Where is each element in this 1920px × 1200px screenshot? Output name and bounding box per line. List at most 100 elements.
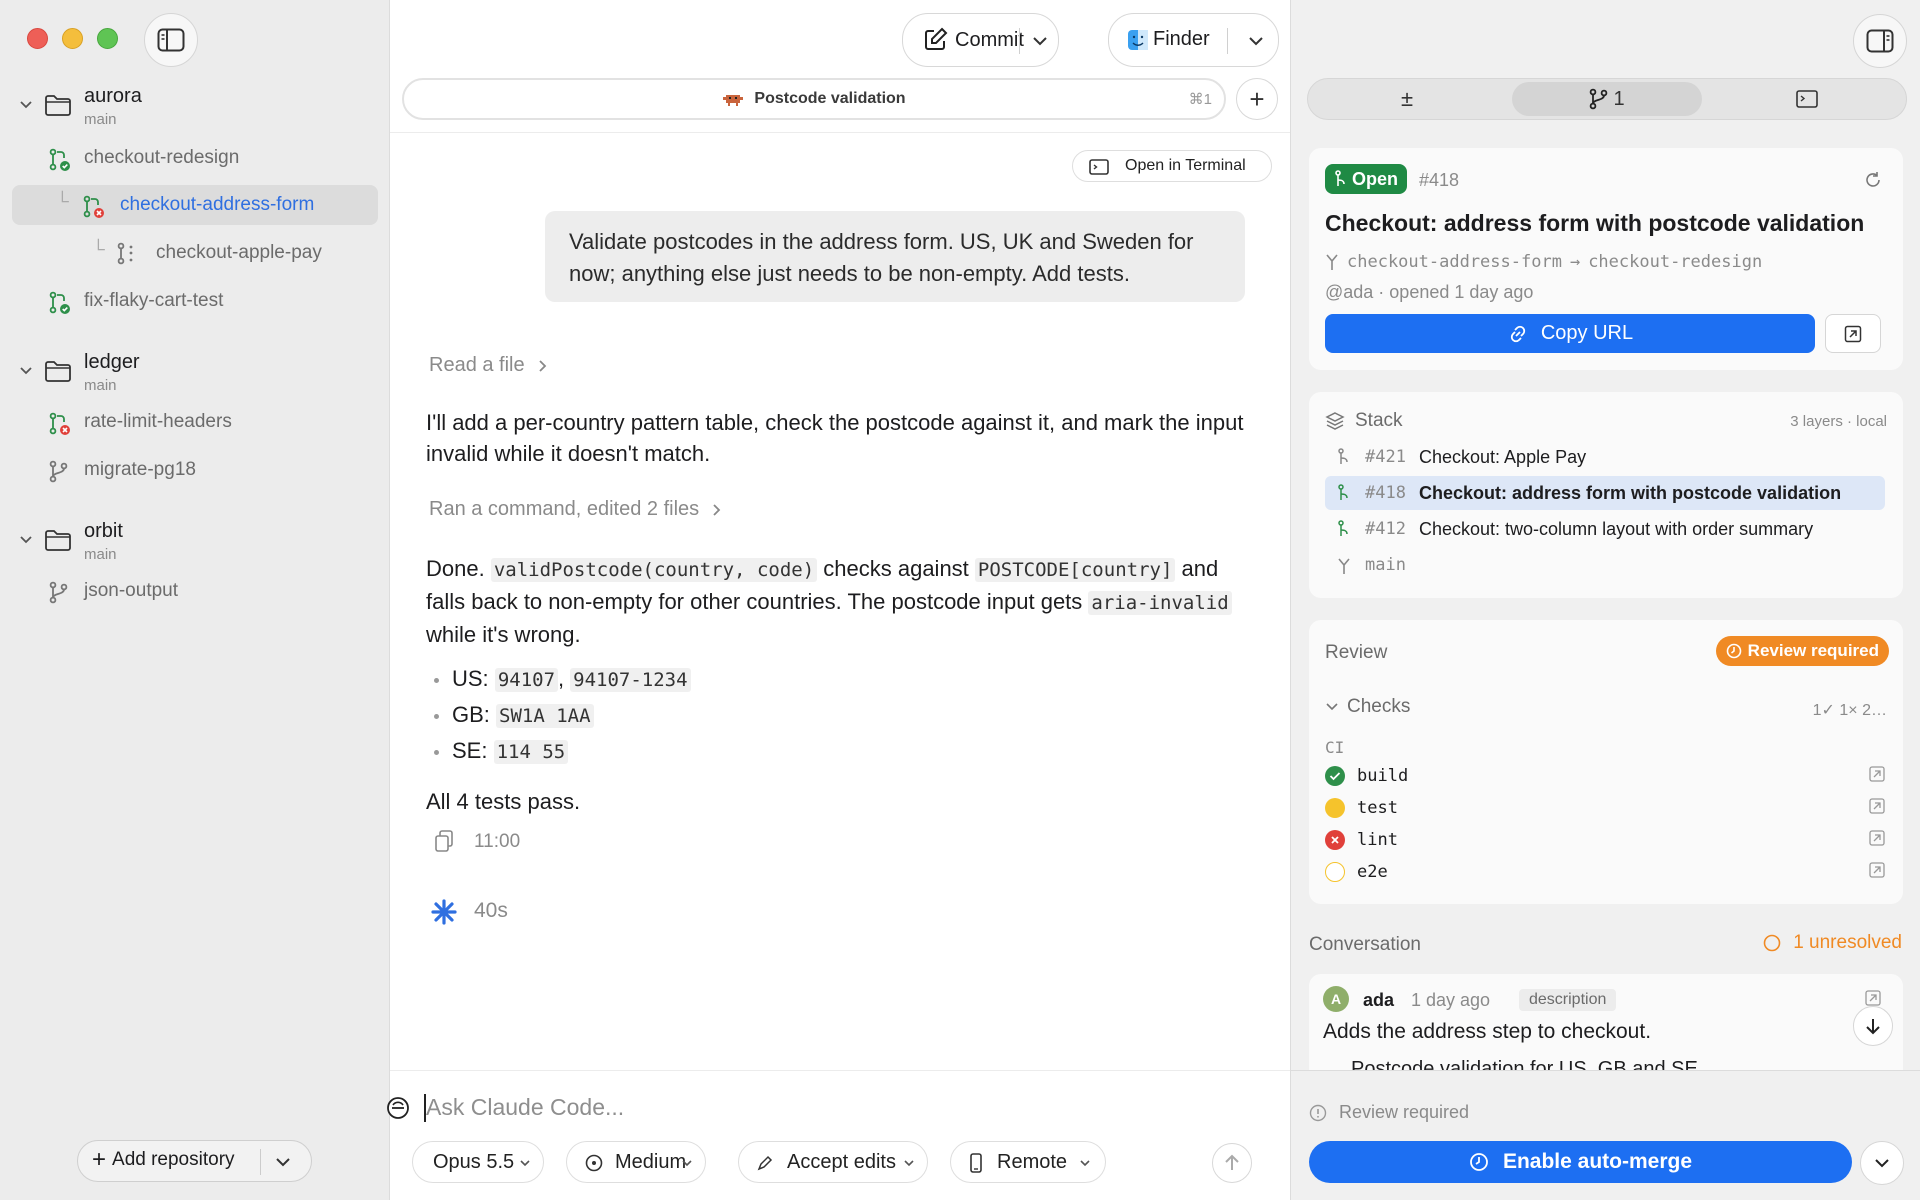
stack-row-current[interactable]: #418 Checkout: address form with postcod…	[1325, 476, 1885, 510]
pr-branches: checkout-address-form → checkout-redesig…	[1325, 252, 1762, 272]
minimize-window-button[interactable]	[62, 28, 83, 49]
send-button[interactable]	[1212, 1143, 1252, 1183]
add-repository-button[interactable]: + Add repository	[92, 1148, 235, 1172]
branch-item-checkout-apple-pay[interactable]: └ checkout-apple-pay	[12, 233, 378, 273]
chevron-down-icon[interactable]	[274, 1154, 292, 1170]
comment-time: 1 day ago	[1411, 990, 1491, 1010]
stack-row[interactable]: #412 Checkout: two-column layout with or…	[1325, 512, 1885, 546]
branch-item-checkout-redesign[interactable]: checkout-redesign	[48, 138, 378, 178]
pull-request-icon	[1338, 520, 1348, 536]
sidebar-toggle-button[interactable]	[144, 13, 198, 67]
review-card: Review Review required Checks 1✓ 1× 2… C…	[1309, 620, 1903, 904]
tests-pass-text: All 4 tests pass.	[426, 789, 581, 814]
merge-icon	[1338, 558, 1350, 574]
user-message: Validate postcodes in the address form. …	[545, 211, 1245, 302]
chevron-down-icon	[20, 101, 32, 109]
chevron-right-icon	[713, 503, 721, 516]
check-name: e2e	[1357, 862, 1388, 882]
finder-button[interactable]: Finder	[1127, 28, 1210, 51]
external-link-icon[interactable]	[1869, 830, 1885, 846]
tab-pull-request[interactable]: 1	[1512, 82, 1702, 116]
stack-row[interactable]: #421 Checkout: Apple Pay	[1325, 440, 1885, 474]
permission-mode-selector[interactable]: Accept edits	[738, 1141, 928, 1183]
tab-diff[interactable]: ±	[1312, 82, 1502, 116]
chevron-down-icon[interactable]	[1247, 33, 1265, 49]
chevron-right-icon	[538, 359, 546, 372]
divider	[260, 1149, 261, 1175]
scroll-down-button[interactable]	[1853, 1006, 1893, 1046]
inline-code: 114 55	[493, 740, 569, 764]
stack-pr-number: #412	[1365, 519, 1406, 539]
layers-icon	[1325, 412, 1345, 430]
stack-pr-title: Checkout: two-column layout with order s…	[1419, 518, 1814, 539]
unresolved-count[interactable]: 1 unresolved	[1763, 932, 1902, 954]
read-file-toggle[interactable]: Read a file	[429, 354, 551, 377]
merge-options-button[interactable]	[1860, 1141, 1904, 1185]
gauge-icon	[585, 1154, 603, 1172]
new-tab-button[interactable]: +	[1236, 78, 1278, 120]
stack-card: Stack 3 layers · local #421 Checkout: Ap…	[1309, 392, 1903, 598]
pull-request-icon	[1338, 484, 1348, 500]
branch-item-migrate-pg18[interactable]: migrate-pg18	[48, 450, 378, 490]
tab-terminal[interactable]	[1712, 82, 1902, 116]
external-link-icon[interactable]	[1865, 990, 1881, 1006]
phone-icon	[970, 1153, 982, 1173]
branch-item-json-output[interactable]: json-output	[48, 571, 378, 611]
enable-auto-merge-button[interactable]: Enable auto-merge	[1309, 1141, 1852, 1183]
repo-orbit[interactable]: orbit main	[0, 516, 390, 568]
tree-connector: └	[92, 239, 105, 259]
read-file-label: Read a file	[429, 354, 525, 376]
repo-name: ledger	[84, 351, 140, 373]
effort-selector[interactable]: Medium	[566, 1141, 706, 1183]
right-panel-icon	[1866, 29, 1894, 53]
info-icon	[1309, 1104, 1327, 1121]
open-in-terminal-button[interactable]: Open in Terminal	[1072, 150, 1272, 182]
message-time: 11:00	[474, 831, 521, 852]
branch-item-fix-flaky-cart-test[interactable]: fix-flaky-cart-test	[48, 281, 378, 321]
comment-body-continued: Postcode validation for US, GB and SE.	[1351, 1058, 1704, 1070]
pull-request-approved-icon	[49, 291, 70, 314]
prompt-input[interactable]: Ask Claude Code...	[426, 1094, 624, 1121]
session-tab[interactable]: Postcode validation ⌘1	[402, 78, 1226, 120]
comment-card: A ada 1 day ago description Adds the add…	[1309, 974, 1903, 1070]
auto-merge-label: Enable auto-merge	[1502, 1150, 1693, 1173]
external-link-icon[interactable]	[1869, 798, 1885, 814]
open-external-button[interactable]	[1825, 314, 1881, 353]
check-row-lint[interactable]: lint	[1325, 826, 1885, 854]
branch-item-rate-limit-headers[interactable]: rate-limit-headers	[48, 402, 378, 442]
chevron-down-icon	[1875, 1159, 1889, 1168]
bullet-dot	[434, 713, 439, 719]
branch-item-checkout-address-form[interactable]: └ checkout-address-form	[12, 185, 378, 225]
target-selector[interactable]: Remote	[950, 1141, 1106, 1183]
close-window-button[interactable]	[27, 28, 48, 49]
country-label: GB:	[452, 702, 490, 727]
context-icon[interactable]	[386, 1096, 410, 1120]
comment-tag: description	[1519, 989, 1617, 1011]
copy-icon[interactable]	[434, 830, 454, 852]
commit-button[interactable]: Commit	[923, 27, 1024, 53]
repo-branch: main	[84, 377, 117, 394]
check-row-build[interactable]: build	[1325, 762, 1885, 790]
chevron-down-icon[interactable]	[1031, 33, 1049, 49]
refresh-icon[interactable]	[1863, 170, 1883, 190]
panel-toggle-button[interactable]	[1853, 14, 1907, 68]
inline-code: aria-invalid	[1088, 591, 1232, 615]
compose-icon	[925, 27, 948, 50]
zoom-window-button[interactable]	[97, 28, 118, 49]
checks-toggle[interactable]: Checks	[1325, 696, 1410, 718]
repo-ledger[interactable]: ledger main	[0, 347, 390, 399]
summary-text: while it's wrong.	[426, 622, 581, 647]
commit-label: Commit	[955, 28, 1024, 51]
repo-aurora[interactable]: aurora main	[0, 81, 390, 133]
review-badge-label: Review required	[1747, 641, 1879, 660]
check-row-e2e[interactable]: e2e	[1325, 858, 1885, 886]
divider	[390, 1070, 1290, 1071]
copy-url-button[interactable]: Copy URL	[1325, 314, 1815, 353]
external-link-icon[interactable]	[1869, 766, 1885, 782]
ran-command-toggle[interactable]: Ran a command, edited 2 files	[429, 498, 725, 521]
model-selector[interactable]: Opus 5.5	[412, 1141, 544, 1183]
check-pending-icon	[1325, 798, 1345, 818]
check-row-test[interactable]: test	[1325, 794, 1885, 822]
external-link-icon[interactable]	[1869, 862, 1885, 878]
list-item: GB: SW1A 1AA	[434, 702, 594, 728]
